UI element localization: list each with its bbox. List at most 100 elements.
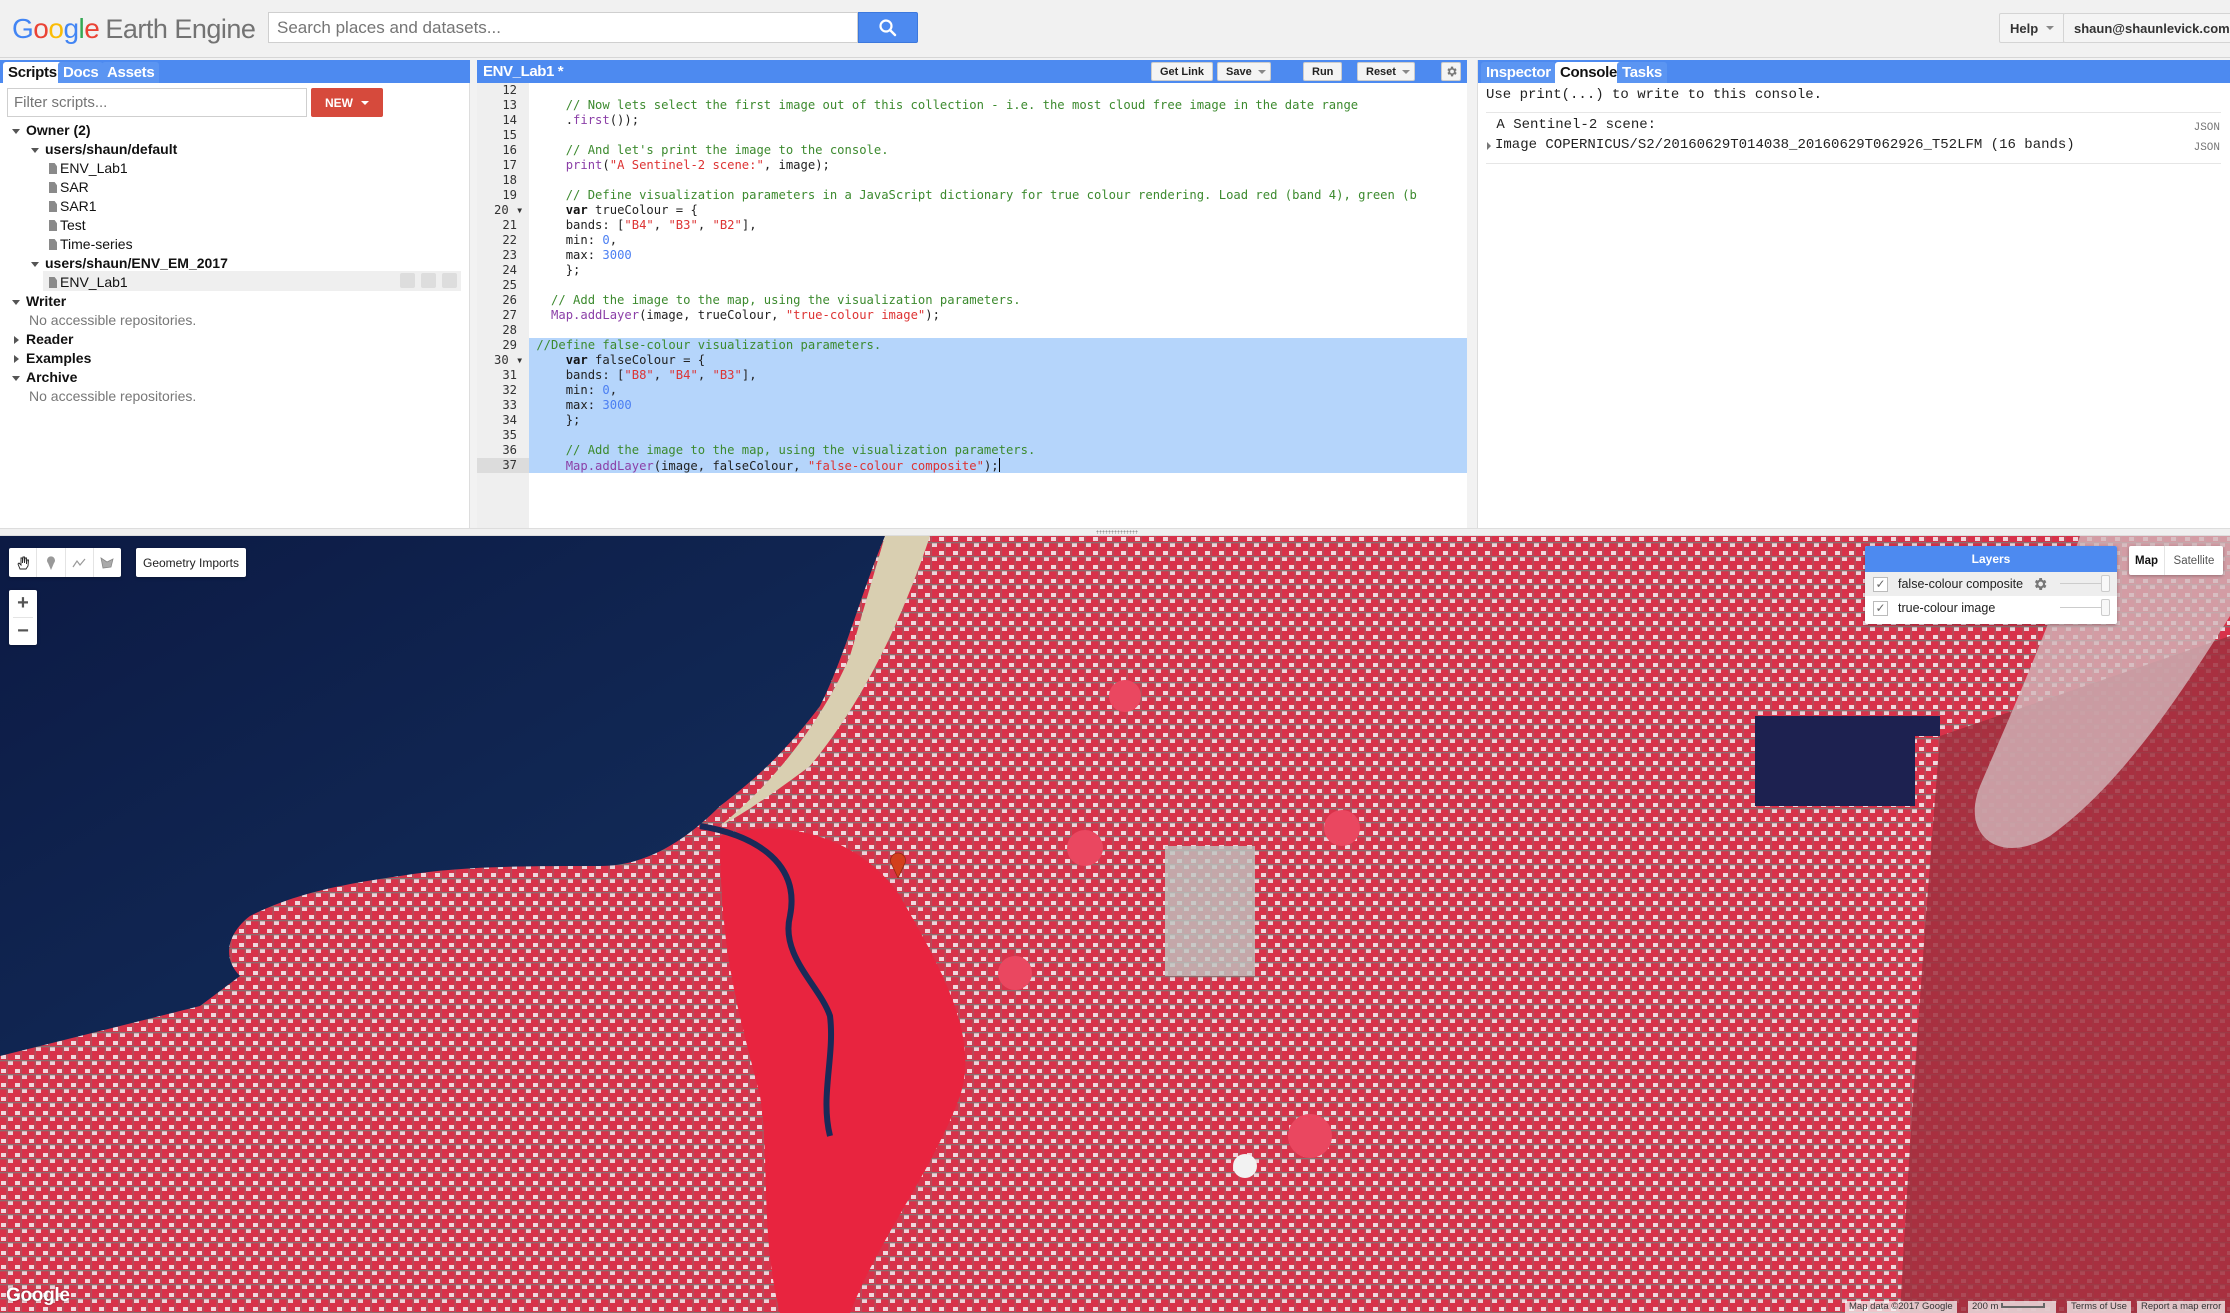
code-line[interactable]: // Now lets select the first image out o… — [529, 98, 1467, 113]
drag-handle-icon[interactable] — [1096, 530, 1138, 534]
tab-assets[interactable]: Assets — [102, 62, 160, 83]
search-input[interactable] — [268, 12, 858, 43]
scale-bar[interactable]: 200 m — [1968, 1301, 2056, 1313]
tab-console[interactable]: Console — [1555, 62, 1623, 83]
run-button[interactable]: Run — [1303, 62, 1343, 81]
code-line[interactable] — [529, 83, 1467, 98]
code-token: }; — [536, 263, 581, 277]
code-line[interactable]: // Add the image to the map, using the v… — [529, 443, 1467, 458]
code-token: print — [536, 158, 603, 172]
json-link[interactable]: JSON — [2194, 142, 2220, 154]
rename-pencil-icon[interactable] — [421, 273, 436, 288]
code-line[interactable]: min: 0, — [529, 383, 1467, 398]
code-line[interactable]: var falseColour = { — [529, 353, 1467, 368]
pan-tool[interactable] — [9, 548, 38, 577]
tree-archive[interactable]: Archive — [12, 368, 77, 387]
tree-file[interactable]: Time-series — [49, 235, 133, 254]
search-button[interactable] — [858, 12, 918, 43]
console-entry-image[interactable]: Image COPERNICUS/S2/20160629T014038_2016… — [1495, 137, 2075, 153]
code-token: , image); — [763, 158, 830, 172]
code-line[interactable] — [529, 323, 1467, 338]
geometry-imports-button[interactable]: Geometry Imports — [136, 548, 246, 577]
code-line[interactable] — [529, 173, 1467, 188]
code-line[interactable]: // Add the image to the map, using the v… — [529, 293, 1467, 308]
tree-repo-default[interactable]: users/shaun/default — [31, 140, 177, 159]
tree-reader[interactable]: Reader — [14, 330, 73, 349]
tab-scripts[interactable]: Scripts — [3, 62, 62, 83]
tree-owner[interactable]: Owner (2) — [12, 121, 91, 140]
opacity-slider-track[interactable] — [2060, 607, 2105, 608]
code-line[interactable]: bands: ["B8", "B4", "B3"], — [529, 368, 1467, 383]
code-line[interactable]: }; — [529, 413, 1467, 428]
code-line[interactable]: var trueColour = { — [529, 203, 1467, 218]
tree-file[interactable]: SAR — [49, 178, 89, 197]
code-line[interactable]: // And let's print the image to the cons… — [529, 143, 1467, 158]
tree-file[interactable]: ENV_Lab1 — [49, 159, 128, 178]
settings-button[interactable] — [1441, 62, 1461, 81]
earth-engine-logo[interactable]: Google Earth Engine — [12, 13, 256, 45]
code-line[interactable]: Map.addLayer(image, falseColour, "false-… — [529, 458, 1467, 473]
code-line[interactable]: Map.addLayer(image, trueColour, "true-co… — [529, 308, 1467, 323]
line-tool[interactable] — [66, 548, 94, 577]
zoom-out-button[interactable]: − — [9, 618, 37, 645]
code-line[interactable] — [529, 278, 1467, 293]
help-button[interactable]: Help — [1999, 13, 2066, 43]
code-area[interactable]: // Now lets select the first image out o… — [529, 83, 1467, 528]
point-tool[interactable] — [37, 548, 66, 577]
code-line[interactable] — [529, 128, 1467, 143]
expand-triangle-icon[interactable] — [1487, 142, 1491, 150]
code-line[interactable]: .first()); — [529, 113, 1467, 128]
tab-inspector[interactable]: Inspector — [1481, 62, 1556, 83]
zoom-in-button[interactable]: + — [9, 590, 37, 617]
delete-trash-icon[interactable] — [442, 273, 457, 288]
opacity-slider-handle[interactable] — [2101, 599, 2110, 616]
reset-button[interactable]: Reset — [1357, 62, 1415, 81]
tree-examples[interactable]: Examples — [14, 349, 91, 368]
terms-link[interactable]: Terms of Use — [2067, 1301, 2131, 1313]
tree-repo-env-em-2017[interactable]: users/shaun/ENV_EM_2017 — [31, 254, 228, 273]
polygon-tool[interactable] — [94, 548, 121, 577]
new-script-button[interactable]: NEW — [311, 88, 383, 117]
tree-file-selected[interactable]: ENV_Lab1 — [49, 273, 128, 292]
map-type-map-button[interactable]: Map — [2129, 546, 2165, 575]
code-line[interactable]: //Define false-colour visualization para… — [529, 338, 1467, 353]
tree-file[interactable]: Test — [49, 216, 86, 235]
map-marker-icon[interactable] — [889, 852, 907, 878]
gear-icon[interactable] — [2032, 576, 2048, 592]
opacity-slider-track[interactable] — [2060, 583, 2105, 584]
json-link[interactable]: JSON — [2194, 122, 2220, 134]
history-icon[interactable] — [400, 273, 415, 288]
code-line[interactable]: // Define visualization parameters in a … — [529, 188, 1467, 203]
account-button[interactable]: shaun@shaunlevick.com — [2063, 13, 2230, 43]
layers-panel: Layers ✓ false-colour composite ✓ true-c… — [1865, 546, 2117, 624]
map-type-satellite-button[interactable]: Satellite — [2165, 546, 2223, 575]
code-line[interactable]: max: 3000 — [529, 398, 1467, 413]
line-number: 24 — [502, 263, 517, 277]
map-view[interactable]: Geometry Imports + − Layers ✓ false-colo… — [0, 536, 2230, 1313]
layer-checkbox[interactable]: ✓ — [1873, 600, 1888, 616]
expand-triangle-icon — [12, 375, 20, 381]
tree-file[interactable]: SAR1 — [49, 197, 97, 216]
map-splitter[interactable] — [0, 528, 2230, 536]
expand-triangle-icon — [31, 147, 39, 153]
code-line[interactable]: min: 0, — [529, 233, 1467, 248]
layers-title[interactable]: Layers — [1865, 546, 2117, 572]
code-line[interactable]: }; — [529, 263, 1467, 278]
save-button[interactable]: Save — [1217, 62, 1271, 81]
report-map-error-link[interactable]: Report a map error — [2137, 1301, 2226, 1313]
line-number: 30 ▾ — [494, 353, 524, 367]
code-token: , — [697, 218, 713, 232]
code-line[interactable] — [529, 428, 1467, 443]
code-token: max: — [536, 248, 603, 262]
layer-checkbox[interactable]: ✓ — [1873, 576, 1888, 592]
get-link-button[interactable]: Get Link — [1151, 62, 1214, 81]
filter-scripts-input[interactable] — [7, 88, 307, 117]
code-line[interactable]: bands: ["B4", "B3", "B2"], — [529, 218, 1467, 233]
code-line[interactable]: max: 3000 — [529, 248, 1467, 263]
opacity-slider-handle[interactable] — [2101, 575, 2110, 592]
tab-tasks[interactable]: Tasks — [1617, 62, 1667, 83]
console-hint: Use print(...) to write to this console. — [1486, 87, 1823, 103]
tree-writer[interactable]: Writer — [12, 292, 66, 311]
code-line[interactable]: print("A Sentinel-2 scene:", image); — [529, 158, 1467, 173]
tab-docs[interactable]: Docs — [58, 62, 104, 83]
